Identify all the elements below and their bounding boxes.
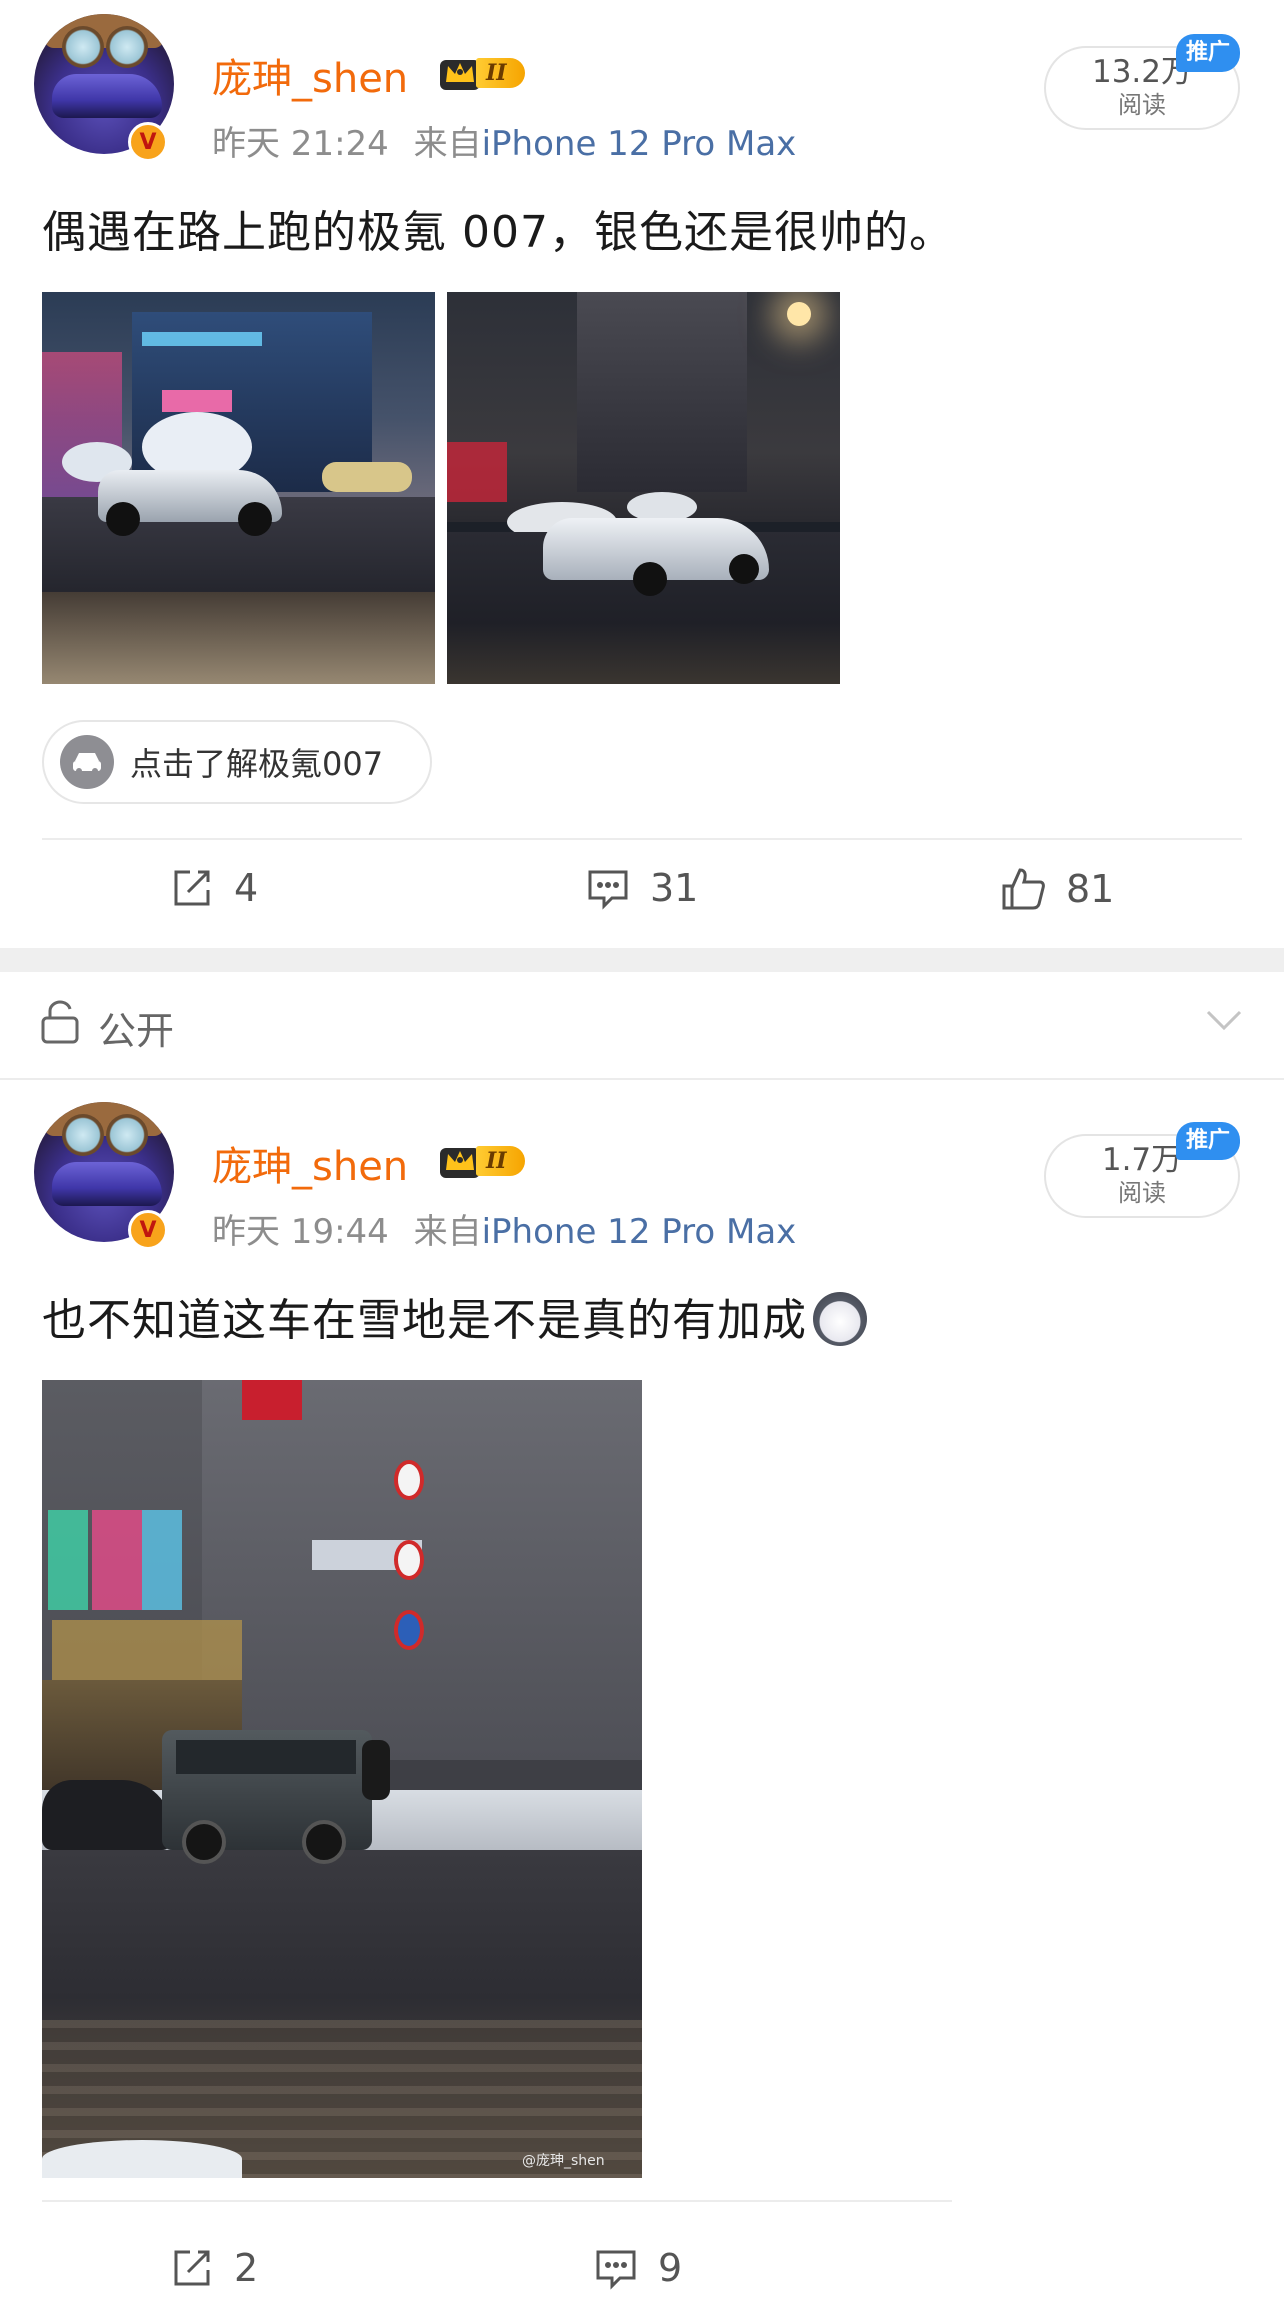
post-text[interactable]: 偶遇在路上跑的极氪 007，银色还是很帅的。 bbox=[42, 196, 954, 260]
topic-link-label: 点击了解极氪007 bbox=[130, 745, 384, 783]
comment-icon bbox=[596, 2250, 636, 2290]
comment-button[interactable]: 31 bbox=[586, 866, 698, 910]
privacy-label: 公开 bbox=[98, 1009, 175, 1053]
username[interactable]: 庞珅_shen bbox=[212, 46, 408, 104]
verified-v-icon: V bbox=[128, 122, 168, 162]
post-time: 昨天 21:24 bbox=[212, 124, 389, 164]
promo-badge: 推广 bbox=[1176, 1122, 1240, 1160]
emoji-husky-icon bbox=[813, 1292, 867, 1346]
username[interactable]: 庞珅_shen bbox=[212, 1134, 408, 1192]
post-text-content: 也不知道这车在雪地是不是真的有加成 bbox=[42, 1295, 807, 1346]
vip-badge[interactable]: II bbox=[438, 54, 525, 92]
repost-count: 2 bbox=[234, 2246, 259, 2290]
privacy-row[interactable]: 公开 bbox=[0, 972, 1284, 1080]
like-icon bbox=[1002, 868, 1045, 910]
repost-button[interactable]: 4 bbox=[170, 866, 258, 910]
verified-v-icon: V bbox=[128, 1210, 168, 1250]
vip-badge[interactable]: II bbox=[438, 1142, 525, 1180]
divider bbox=[42, 838, 1242, 840]
post-meta: 昨天 21:24 来自iPhone 12 Pro Max bbox=[212, 116, 796, 165]
comment-icon bbox=[588, 870, 628, 910]
read-count-label: 阅读 bbox=[1118, 1179, 1166, 1207]
repost-icon bbox=[174, 2250, 210, 2286]
comment-count: 9 bbox=[658, 2246, 683, 2290]
vip-level: II bbox=[476, 1146, 525, 1176]
promo-badge: 推广 bbox=[1176, 34, 1240, 72]
image-watermark: @庞珅_shen bbox=[522, 2153, 605, 2169]
post-image[interactable] bbox=[447, 292, 840, 684]
lock-icon bbox=[41, 1000, 79, 1044]
divider bbox=[42, 2200, 952, 2202]
like-count: 81 bbox=[1066, 867, 1115, 911]
read-count-label: 阅读 bbox=[1118, 91, 1166, 119]
comment-count: 31 bbox=[650, 866, 699, 910]
weibo-post: V 庞珅_shen II 昨天 19:44 来自iPhone 12 Pro Ma… bbox=[0, 1090, 1284, 2318]
repost-button[interactable]: 2 bbox=[170, 2246, 258, 2290]
topic-link-chip[interactable]: 点击了解极氪007 bbox=[42, 720, 432, 804]
source-prefix: 来自 bbox=[413, 124, 482, 164]
repost-icon bbox=[174, 870, 210, 906]
weibo-post: V 庞珅_shen II 昨天 21:24 来自iPhone 12 Pro Ma… bbox=[0, 0, 1284, 948]
comment-button[interactable]: 9 bbox=[594, 2246, 682, 2290]
device-link[interactable]: iPhone 12 Pro Max bbox=[482, 124, 797, 164]
post-meta: 昨天 19:44 来自iPhone 12 Pro Max bbox=[212, 1204, 796, 1253]
feed-separator bbox=[0, 948, 1284, 972]
post-text[interactable]: 也不知道这车在雪地是不是真的有加成 bbox=[42, 1284, 867, 1350]
post-image[interactable] bbox=[42, 292, 435, 684]
post-time: 昨天 19:44 bbox=[212, 1212, 389, 1252]
chevron-down-icon[interactable] bbox=[1204, 1008, 1244, 1032]
vip-level: II bbox=[476, 58, 525, 88]
source-prefix: 来自 bbox=[413, 1212, 482, 1252]
like-button[interactable]: 81 bbox=[1000, 866, 1114, 912]
device-link[interactable]: iPhone 12 Pro Max bbox=[482, 1212, 797, 1252]
divider bbox=[0, 1078, 1284, 1080]
car-icon bbox=[60, 735, 114, 789]
post-image[interactable]: @庞珅_shen bbox=[42, 1380, 642, 2178]
repost-count: 4 bbox=[234, 866, 259, 910]
